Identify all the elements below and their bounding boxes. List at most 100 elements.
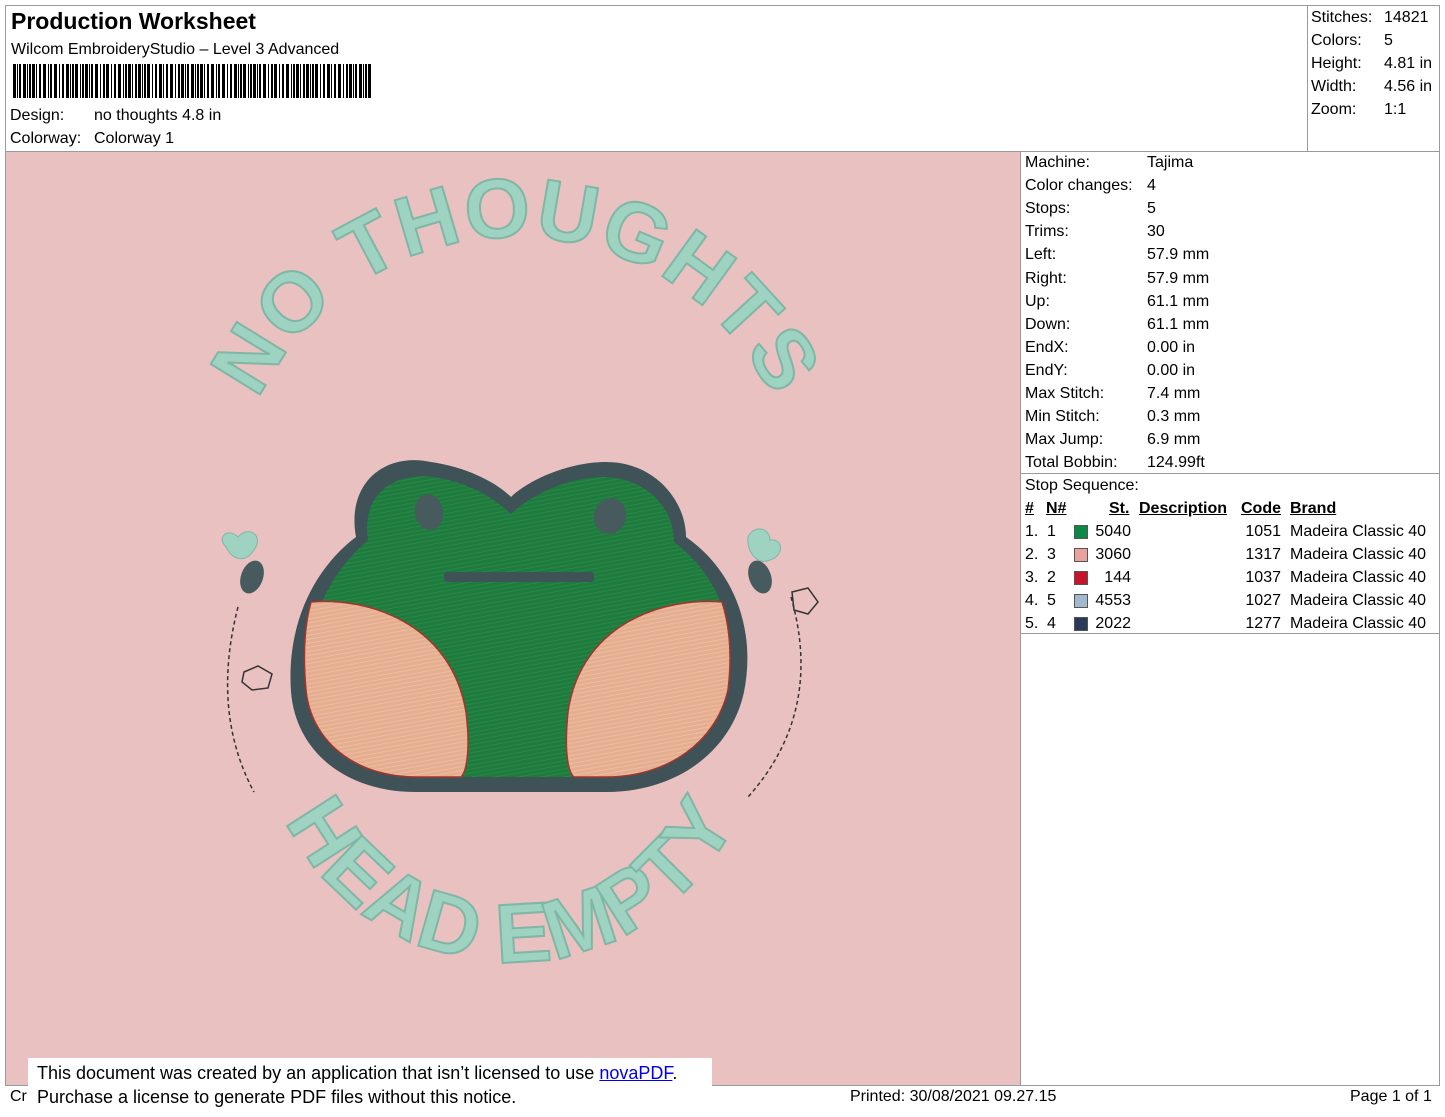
height-label: Height:: [1311, 55, 1362, 72]
info-label: Right:: [1025, 269, 1067, 287]
row-needle: 2: [1047, 569, 1056, 586]
col-header-description: Description: [1139, 500, 1228, 517]
info-value: 4: [1147, 177, 1156, 195]
info-label: Trims:: [1025, 223, 1069, 241]
info-label: Stops:: [1025, 200, 1071, 218]
left-hex-knot: [241, 665, 273, 691]
info-label: Color changes:: [1025, 177, 1133, 195]
empty-notes-panel: [1020, 633, 1440, 1086]
info-label: Max Stitch:: [1025, 385, 1105, 402]
printed-timestamp: Printed: 30/08/2021 09.27.15: [850, 1088, 1057, 1105]
col-header-brand: Brand: [1290, 500, 1337, 517]
row-code: 1317: [1245, 546, 1281, 563]
zoom-value: 1:1: [1384, 101, 1407, 118]
info-label: EndX:: [1025, 338, 1069, 356]
info-value: 5: [1147, 200, 1156, 218]
row-needle: 3: [1047, 546, 1056, 563]
colorway-value: Colorway 1: [94, 130, 175, 147]
row-brand: Madeira Classic 40: [1290, 523, 1427, 540]
top-arc-text: NO THOUGHTS: [192, 160, 840, 409]
info-label: Machine:: [1025, 154, 1090, 171]
page-title: Production Worksheet: [11, 8, 256, 34]
embroidery-artwork: NO THOUGHTS HEAD EMPTY: [191, 159, 840, 983]
row-index: 3.: [1025, 569, 1039, 586]
stitches-label: Stitches:: [1311, 9, 1373, 26]
row-stitches: 144: [1104, 569, 1131, 586]
row-code: 1037: [1245, 569, 1281, 586]
colorway-label: Colorway:: [10, 130, 82, 147]
row-index: 5.: [1025, 615, 1039, 632]
col-header-st: St.: [1109, 500, 1130, 517]
info-value: 61.1 mm: [1147, 292, 1210, 310]
notice-text: This document was created by an applicat…: [37, 1063, 600, 1083]
colors-value: 5: [1384, 32, 1393, 49]
info-value: 30: [1147, 223, 1165, 241]
row-stitches: 3060: [1095, 546, 1131, 563]
info-value: 6.9 mm: [1147, 431, 1201, 449]
row-stitches: 4553: [1095, 592, 1131, 609]
col-header-n: N#: [1046, 500, 1067, 517]
col-header-num: #: [1025, 500, 1034, 517]
right-thread-line: [747, 596, 802, 798]
colors-label: Colors:: [1311, 32, 1362, 49]
bottom-arc-text: HEAD EMPTY: [269, 780, 753, 981]
info-value: 7.4 mm: [1147, 385, 1201, 402]
left-flower-icon: [221, 531, 264, 594]
row-needle: 1: [1047, 523, 1056, 540]
design-value: no thoughts 4.8 in: [94, 107, 222, 124]
info-label: Min Stitch:: [1025, 408, 1100, 426]
row-brand: Madeira Classic 40: [1290, 569, 1427, 586]
row-index: 4.: [1025, 592, 1039, 609]
info-value: 57.9 mm: [1147, 246, 1210, 264]
row-brand: Madeira Classic 40: [1290, 615, 1427, 632]
height-value: 4.81 in: [1384, 55, 1433, 72]
info-value: 0.3 mm: [1147, 408, 1201, 426]
color-swatch: [1074, 617, 1088, 631]
stop-sequence-title: Stop Sequence:: [1025, 477, 1139, 494]
info-value: 0.00 in: [1147, 361, 1196, 379]
color-swatch: [1074, 525, 1088, 539]
row-brand: Madeira Classic 40: [1290, 592, 1427, 609]
info-label: Left:: [1025, 246, 1057, 264]
info-value: 0.00 in: [1147, 338, 1196, 356]
license-notice: This document was created by an applicat…: [28, 1058, 712, 1112]
info-label: EndY:: [1025, 361, 1068, 379]
design-label: Design:: [10, 107, 65, 124]
row-stitches: 2022: [1095, 615, 1131, 632]
right-flower-icon: [747, 528, 781, 594]
barcode-icon: [13, 64, 371, 98]
row-code: 1027: [1245, 592, 1281, 609]
row-stitches: 5040: [1095, 523, 1131, 540]
info-value: 57.9 mm: [1147, 269, 1210, 287]
row-code: 1277: [1245, 615, 1281, 632]
stitches-value: 14821: [1384, 9, 1429, 26]
row-code: 1051: [1245, 523, 1281, 540]
info-label: Total Bobbin:: [1025, 454, 1118, 472]
notice-text-2: Purchase a license to generate PDF files…: [37, 1087, 517, 1107]
right-hex-knot: [791, 587, 819, 615]
row-index: 2.: [1025, 546, 1039, 563]
info-value: 124.99ft: [1147, 454, 1205, 472]
info-label: Down:: [1025, 315, 1071, 333]
zoom-label: Zoom:: [1311, 101, 1357, 118]
design-preview: NO THOUGHTS HEAD EMPTY: [5, 151, 1021, 1086]
page-number: Page 1 of 1: [1350, 1088, 1432, 1105]
info-label: Max Jump:: [1025, 431, 1104, 449]
color-swatch: [1074, 571, 1088, 585]
row-needle: 5: [1047, 592, 1056, 609]
info-value: Tajima: [1147, 154, 1194, 171]
row-brand: Madeira Classic 40: [1290, 546, 1427, 563]
row-needle: 4: [1047, 615, 1056, 632]
color-swatch: [1074, 548, 1088, 562]
left-thread-line: [226, 606, 255, 793]
row-index: 1.: [1025, 523, 1039, 540]
software-name: Wilcom EmbroideryStudio – Level 3 Advanc…: [11, 41, 340, 58]
width-label: Width:: [1311, 78, 1357, 95]
notice-period: .: [672, 1063, 678, 1083]
color-swatch: [1074, 594, 1088, 608]
info-value: 61.1 mm: [1147, 315, 1210, 333]
novapdf-link[interactable]: novaPDF: [599, 1063, 672, 1083]
created-prefix: Cr: [10, 1088, 27, 1105]
col-header-code: Code: [1241, 500, 1281, 517]
width-value: 4.56 in: [1384, 78, 1433, 95]
